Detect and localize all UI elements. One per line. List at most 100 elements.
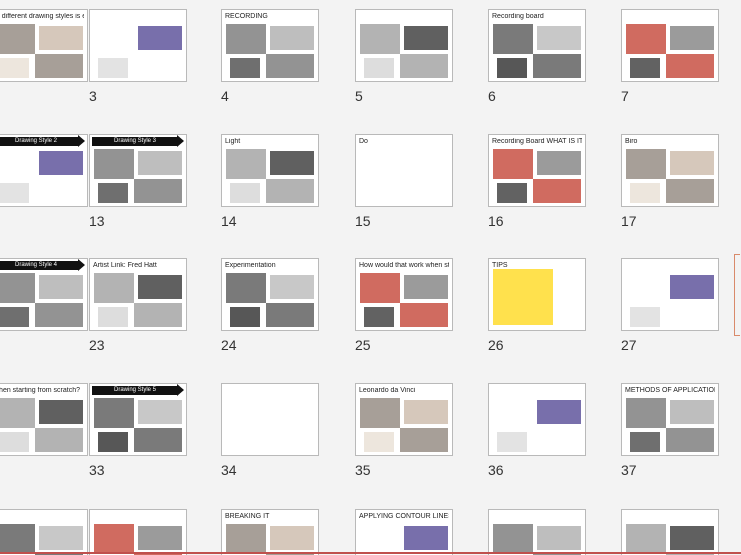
thumbnail-image — [626, 398, 666, 428]
slide-thumbnail[interactable]: Recording Board WHAT IS IT? — [488, 134, 586, 207]
slide-number: 37 — [621, 462, 637, 478]
thumbnail-image — [630, 183, 660, 203]
slide-title: Artist Link: Fred Hatt — [93, 262, 157, 269]
thumbnail-image — [0, 307, 29, 327]
thumbnail-image — [404, 26, 448, 50]
thumbnail-image — [493, 524, 533, 554]
thumbnail-image — [626, 149, 666, 179]
slide-thumbnail[interactable]: TIPS — [488, 258, 586, 331]
thumbnail-image — [230, 58, 260, 78]
thumbnail-image — [626, 273, 666, 303]
slide-thumbnail[interactable]: Drawing Style 3 — [89, 134, 187, 207]
slide-thumbnail[interactable] — [89, 9, 187, 82]
slide-banner: Drawing Style 3 — [92, 137, 178, 146]
thumbnail-image — [35, 303, 83, 327]
slide-thumbnail[interactable] — [621, 258, 719, 331]
thumbnail-image — [400, 54, 448, 78]
slide-thumbnail[interactable]: METHODS OF APPLICATION — [621, 383, 719, 456]
thumbnail-image — [630, 432, 660, 452]
slide-title: Leonardo da Vinci — [359, 387, 416, 394]
thumbnail-image — [404, 275, 448, 299]
slide-thumbnail[interactable]: Recording board — [488, 9, 586, 82]
slide-title: METHODS OF APPLICATION — [625, 387, 715, 394]
thumbnail-image — [360, 524, 400, 554]
thumbnail-image — [266, 54, 314, 78]
slide-thumbnail[interactable]: RECORDING — [221, 9, 319, 82]
slide-thumbnail[interactable] — [0, 509, 88, 555]
slide-number: 3 — [89, 88, 97, 104]
thumbnail-image — [537, 26, 581, 50]
slide-thumbnail[interactable] — [488, 509, 586, 555]
bottom-accent-line — [0, 552, 741, 554]
slide-number: 5 — [355, 88, 363, 104]
slide-thumbnail[interactable]: BREAKING IT — [221, 509, 319, 555]
thumbnail-image — [0, 524, 35, 554]
slide-title: when starting from scratch? — [0, 387, 80, 394]
thumbnail-image — [94, 24, 134, 54]
thumbnail-image — [400, 303, 448, 327]
slide-thumbnail[interactable]: How would that work when started from sc… — [355, 258, 453, 331]
thumbnail-image — [666, 303, 714, 327]
thumbnail-image — [230, 307, 260, 327]
thumbnail-image — [533, 54, 581, 78]
thumbnail-image — [533, 179, 581, 203]
slide-thumbnail[interactable] — [89, 509, 187, 555]
arrow-icon — [78, 259, 85, 271]
thumbnail-image — [626, 24, 666, 54]
thumbnail-image — [39, 275, 83, 299]
thumbnail-image — [94, 524, 134, 554]
thumbnail-image — [670, 151, 714, 175]
thumbnail-image — [666, 428, 714, 452]
slide-thumbnail[interactable]: Do — [355, 134, 453, 207]
thumbnail-image — [39, 526, 83, 550]
thumbnail-image — [98, 307, 128, 327]
thumbnail-image — [626, 524, 666, 554]
slide-number: 26 — [488, 337, 504, 353]
scroll-position-bracket[interactable] — [734, 254, 740, 336]
thumbnail-image — [98, 432, 128, 452]
thumbnail-image — [497, 432, 527, 452]
thumbnail-image — [537, 151, 581, 175]
slide-thumbnail[interactable] — [621, 509, 719, 555]
thumbnail-image — [134, 428, 182, 452]
slide-banner: Drawing Style 5 — [92, 386, 178, 395]
slide-title: APPLYING CONTOUR LINES — [359, 513, 449, 520]
thumbnail-image — [0, 183, 29, 203]
slide-thumbnail[interactable]: Drawing Style 5 — [89, 383, 187, 456]
slide-thumbnail[interactable]: Drawing Style 4 — [0, 258, 88, 331]
slide-thumbnail[interactable]: of different drawing styles is essential… — [0, 9, 88, 82]
slide-title: of different drawing styles is essential… — [0, 13, 84, 20]
arrow-icon — [177, 135, 184, 147]
thumbnail-image — [0, 149, 35, 179]
thumbnail-image — [134, 303, 182, 327]
slide-number: 13 — [89, 213, 105, 229]
slide-thumbnail[interactable] — [488, 383, 586, 456]
slide-thumbnail[interactable]: Drawing Style 2 — [0, 134, 88, 207]
thumbnail-image — [364, 307, 394, 327]
slide-thumbnail[interactable]: Artist Link: Fred Hatt — [89, 258, 187, 331]
thumbnail-image — [270, 26, 314, 50]
thumbnail-image — [226, 273, 266, 303]
thumbnail-image — [0, 273, 35, 303]
thumbnail-image — [497, 183, 527, 203]
slide-number: 36 — [488, 462, 504, 478]
slide-thumbnail[interactable]: Light — [221, 134, 319, 207]
thumbnail-image — [94, 149, 134, 179]
slide-thumbnail[interactable]: Leonardo da Vinci — [355, 383, 453, 456]
slide-thumbnail[interactable]: when starting from scratch? — [0, 383, 88, 456]
thumbnail-image — [35, 179, 83, 203]
thumbnail-image — [134, 54, 182, 78]
slide-thumbnail[interactable]: Experimentation — [221, 258, 319, 331]
thumbnail-image — [138, 26, 182, 50]
slide-thumbnail[interactable]: Biro — [621, 134, 719, 207]
slide-number: 24 — [221, 337, 237, 353]
slide-thumbnail[interactable]: APPLYING CONTOUR LINES — [355, 509, 453, 555]
slide-title: BREAKING IT — [225, 513, 270, 520]
slide-thumbnail[interactable] — [355, 9, 453, 82]
thumbnail-image — [98, 58, 128, 78]
slide-thumbnail[interactable] — [621, 9, 719, 82]
slide-thumbnail[interactable] — [221, 383, 319, 456]
thumbnail-image — [226, 149, 266, 179]
thumbnail-image — [364, 58, 394, 78]
slide-number: 15 — [355, 213, 371, 229]
